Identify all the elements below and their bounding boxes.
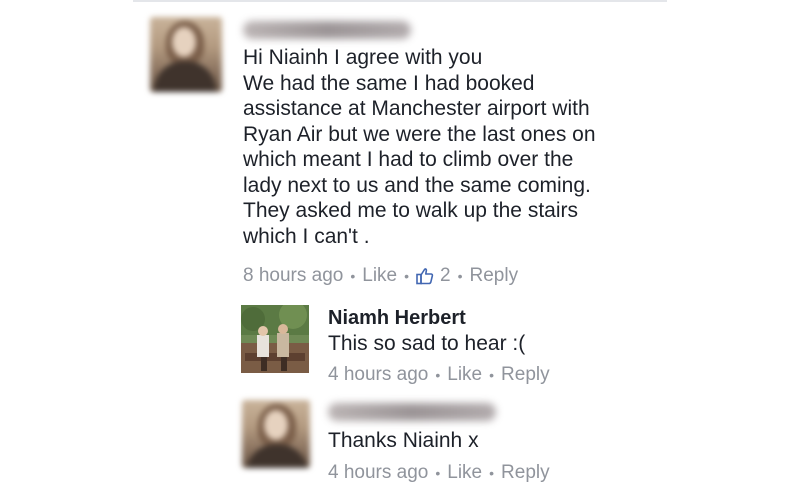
comment-meta: 8 hours ago • Like • 2 • Reply bbox=[243, 265, 518, 287]
comment-line: We had the same I had booked bbox=[243, 71, 535, 95]
separator-dot: • bbox=[457, 268, 463, 284]
separator-dot: • bbox=[350, 268, 356, 284]
thumbs-up-icon[interactable] bbox=[416, 267, 434, 285]
reply-timestamp[interactable]: 4 hours ago bbox=[328, 462, 428, 484]
comment-line: which I can't . bbox=[243, 224, 370, 248]
separator-dot: • bbox=[435, 367, 441, 383]
commenter-name-blurred[interactable] bbox=[328, 403, 496, 421]
comment-line: assistance at Manchester airport with bbox=[243, 97, 590, 120]
separator-dot: • bbox=[435, 465, 441, 481]
replier-name[interactable]: Niamh Herbert bbox=[328, 307, 466, 330]
comment-timestamp[interactable]: 8 hours ago bbox=[243, 265, 343, 287]
like-count[interactable]: 2 bbox=[440, 265, 451, 287]
reply-text: This so sad to hear :( bbox=[328, 332, 526, 355]
comment-line: They asked me to walk up the stairs bbox=[243, 199, 578, 222]
like-button[interactable]: Like bbox=[447, 364, 482, 386]
comment-line: Hi Niainh I agree with you bbox=[243, 46, 483, 69]
like-button[interactable]: Like bbox=[447, 462, 482, 484]
reply-timestamp[interactable]: 4 hours ago bbox=[328, 364, 428, 386]
like-button[interactable]: Like bbox=[362, 265, 397, 287]
replier-avatar[interactable] bbox=[241, 305, 309, 373]
comment-line: Ryan Air but we were the last ones on bbox=[243, 122, 596, 146]
reply-meta: 4 hours ago • Like • Reply bbox=[328, 364, 550, 386]
separator-dot: • bbox=[489, 367, 495, 383]
reply-button[interactable]: Reply bbox=[501, 462, 550, 484]
commenter-name-blurred[interactable] bbox=[243, 21, 411, 39]
separator-dot: • bbox=[404, 268, 410, 284]
commenter-avatar[interactable] bbox=[242, 400, 310, 468]
comment-line: which meant I had to climb over the bbox=[243, 148, 574, 171]
commenter-avatar[interactable] bbox=[150, 17, 222, 92]
reply-meta: 4 hours ago • Like • Reply bbox=[328, 462, 550, 484]
reply-button[interactable]: Reply bbox=[470, 265, 519, 287]
separator-dot: • bbox=[489, 465, 495, 481]
comment-line: lady next to us and the same coming. bbox=[243, 173, 591, 197]
top-divider bbox=[133, 0, 667, 2]
reply-text: Thanks Niainh x bbox=[328, 429, 479, 452]
reply-button[interactable]: Reply bbox=[501, 364, 550, 386]
